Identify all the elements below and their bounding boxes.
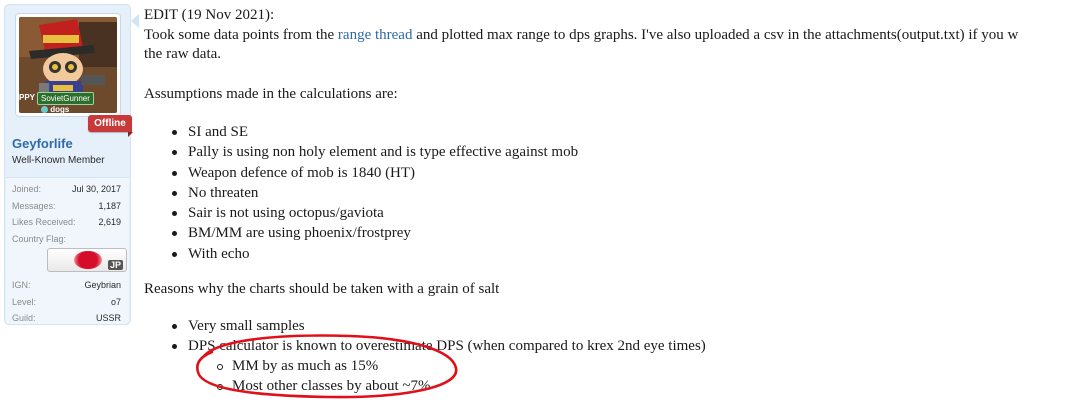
username-link[interactable]: Geyforlife	[12, 136, 73, 151]
stat-likes: Likes Received: 2,619	[12, 217, 121, 229]
stat-label: Joined:	[12, 184, 42, 194]
stat-level: Level: o7	[12, 297, 121, 309]
flag-code: JP	[107, 260, 123, 270]
intro-text-continued: and plotted max range to dps graphs. I'v…	[412, 26, 1019, 43]
stat-label: Level:	[12, 297, 37, 307]
avatar-guild-tag: dogs	[41, 105, 69, 113]
avatar-frame[interactable]: PPY SovietGunner dogs	[15, 13, 121, 117]
stat-value: Geybrian	[84, 280, 121, 290]
list-item: BM/MM are using phoenix/frostprey	[144, 224, 1085, 244]
message-arrow	[131, 14, 139, 28]
list-item: With echo	[144, 245, 1085, 265]
messages-count-link[interactable]: 1,187	[98, 201, 121, 211]
flag-sun-icon	[74, 251, 102, 269]
list-item: MM by as much as 15%	[144, 357, 1085, 377]
edit-line: EDIT (19 Nov 2021):	[144, 7, 275, 23]
stat-country-flag: Country Flag:	[12, 234, 121, 246]
stat-messages: Messages: 1,187	[12, 201, 121, 213]
intro-line-2: the raw data.	[144, 46, 222, 62]
intro-paragraph: Took some data points from the range thr…	[144, 26, 1085, 46]
reasons-heading: Reasons why the charts should be taken w…	[144, 281, 500, 298]
list-item: DPS calculator is known to overestimate …	[144, 337, 1085, 357]
stat-label: IGN:	[12, 280, 31, 290]
user-panel: PPY SovietGunner dogs Geyforlife Well-Kn…	[4, 4, 131, 325]
reasons-list: Very small samples DPS calculator is kno…	[144, 317, 1085, 358]
stat-joined: Joined: Jul 30, 2017	[12, 184, 121, 196]
post-content: EDIT (19 Nov 2021): Took some data point…	[144, 6, 1085, 398]
list-item: Weapon defence of mob is 1840 (HT)	[144, 164, 1085, 184]
user-extra-info: Joined: Jul 30, 2017 Messages: 1,187 Lik…	[6, 177, 129, 324]
stat-value: Jul 30, 2017	[71, 184, 121, 194]
list-item: Sair is not using octopus/gaviota	[144, 204, 1085, 224]
user-title: Well-Known Member	[12, 155, 105, 166]
avatar-partial-text: PPY	[19, 93, 36, 102]
avatar[interactable]: PPY SovietGunner dogs	[19, 17, 117, 113]
stat-label: Country Flag:	[12, 234, 67, 244]
intro-text: Took some data points from the	[144, 26, 338, 43]
stat-value: 2,619	[98, 217, 121, 227]
avatar-name-tag: SovietGunner	[37, 92, 94, 105]
list-item: SI and SE	[144, 123, 1085, 143]
offline-status-badge: Offline	[88, 115, 133, 137]
stat-label: Messages:	[12, 201, 56, 211]
list-item: Most other classes by about ~7%	[144, 377, 1085, 397]
assumptions-list: SI and SE Pally is using non holy elemen…	[144, 123, 1085, 265]
country-flag-jp: JP	[47, 248, 127, 272]
range-thread-link[interactable]: range thread	[338, 27, 413, 43]
stat-label: Likes Received:	[12, 217, 76, 227]
subreasons-list: MM by as much as 15% Most other classes …	[144, 357, 1085, 398]
stat-value: USSR	[95, 313, 121, 323]
stat-value: o7	[110, 297, 121, 307]
list-item: Pally is using non holy element and is t…	[144, 143, 1085, 163]
stat-ign: IGN: Geybrian	[12, 280, 121, 292]
stat-guild: Guild: USSR	[12, 313, 121, 325]
avatar-guild-name: dogs	[50, 105, 70, 113]
stat-label: Guild:	[12, 313, 36, 323]
guild-emblem-icon	[41, 106, 48, 113]
list-item: No threaten	[144, 184, 1085, 204]
assumptions-heading: Assumptions made in the calculations are…	[144, 85, 398, 102]
list-item: Very small samples	[144, 317, 1085, 337]
